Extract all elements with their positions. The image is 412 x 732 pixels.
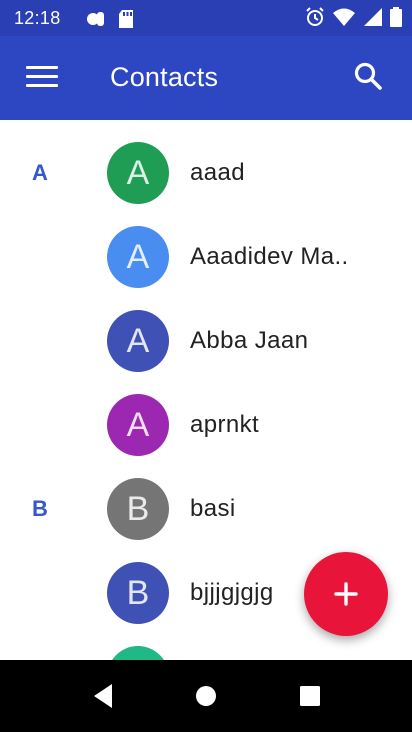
navigation-bar xyxy=(0,660,412,732)
recents-icon[interactable] xyxy=(294,680,326,712)
signal-icon xyxy=(364,8,382,26)
page-title: Contacts xyxy=(110,62,219,92)
contact-name: bjjjgjgjg xyxy=(190,579,274,606)
avatar: B xyxy=(107,562,169,624)
avatar: A xyxy=(107,310,169,372)
contact-row[interactable] xyxy=(0,636,412,660)
contact-row[interactable]: A Aaaad xyxy=(0,132,412,216)
contact-row[interactable]: A Aaadidev Ma.. xyxy=(0,216,412,300)
status-bar: 12:18 xyxy=(0,0,412,36)
avatar xyxy=(107,646,169,660)
battery-icon xyxy=(390,7,402,27)
contact-row[interactable]: B Bbasi xyxy=(0,468,412,552)
plus-icon xyxy=(334,582,358,606)
status-right-icons xyxy=(305,7,402,27)
contact-name: basi xyxy=(190,495,236,522)
home-icon[interactable] xyxy=(190,680,222,712)
status-time: 12:18 xyxy=(14,8,61,28)
contact-row[interactable]: A Abba Jaan xyxy=(0,300,412,384)
contact-row[interactable]: Aaprnkt xyxy=(0,384,412,468)
contact-name: Abba Jaan xyxy=(190,327,309,354)
avatar: A xyxy=(107,142,169,204)
notification-app-icon xyxy=(87,12,104,26)
contact-name: aprnkt xyxy=(190,411,260,438)
add-contact-button[interactable] xyxy=(304,552,388,636)
contact-name: Aaadidev Ma.. xyxy=(190,243,349,270)
app-bar: Contacts xyxy=(0,36,412,120)
avatar: A xyxy=(107,226,169,288)
sd-card-icon xyxy=(119,10,133,28)
alarm-icon xyxy=(306,7,324,26)
status-left-icons xyxy=(86,9,134,29)
hamburger-menu-icon[interactable] xyxy=(26,66,58,92)
section-letter: A xyxy=(32,160,48,185)
section-letter: B xyxy=(32,496,48,521)
contact-name: aaad xyxy=(190,159,245,186)
avatar: B xyxy=(107,478,169,540)
avatar: A xyxy=(107,394,169,456)
search-icon[interactable] xyxy=(352,60,386,94)
back-icon[interactable] xyxy=(88,680,120,712)
wifi-icon xyxy=(333,8,355,26)
